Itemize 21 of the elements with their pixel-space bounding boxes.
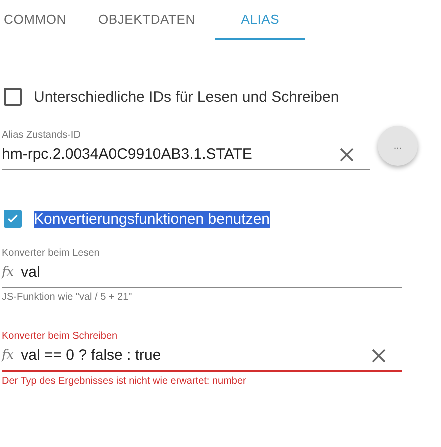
tab[interactable]: COMMON: [0, 0, 82, 40]
helper-text: JS-Funktion wie "val / 5 + 21": [2, 292, 134, 303]
browse-button[interactable]: ...: [378, 126, 418, 166]
checkbox-label: Unterschiedliche IDs für Lesen und Schreiben: [34, 88, 340, 106]
close-icon[interactable]: [372, 348, 386, 362]
checkbox[interactable]: [4, 210, 22, 228]
input-field[interactable]: hm-rpc.2.0034A0C9910AB3.1.STATE: [2, 144, 370, 170]
check-icon: [6, 212, 20, 226]
helper-text: Der Typ des Ergebnisses ist nicht wie erwartet: number: [2, 376, 248, 387]
input-field[interactable]: fx val: [2, 262, 402, 288]
field-label: Alias Zustands-ID: [2, 130, 82, 141]
field-label: Konverter beim Schreiben: [2, 331, 119, 342]
tab[interactable]: ALIAS: [215, 0, 306, 40]
checkbox[interactable]: [4, 88, 22, 106]
close-icon[interactable]: [340, 148, 354, 162]
checkbox-label: Konvertierungsfunktionen benutzen: [34, 210, 270, 228]
tab[interactable]: OBJEKTDATEN: [82, 0, 212, 40]
input-field[interactable]: fx val == 0 ? false : true: [2, 345, 402, 372]
function-symbol: fx: [2, 265, 14, 280]
field-label: Konverter beim Lesen: [2, 248, 101, 259]
function-symbol: fx: [2, 348, 14, 363]
